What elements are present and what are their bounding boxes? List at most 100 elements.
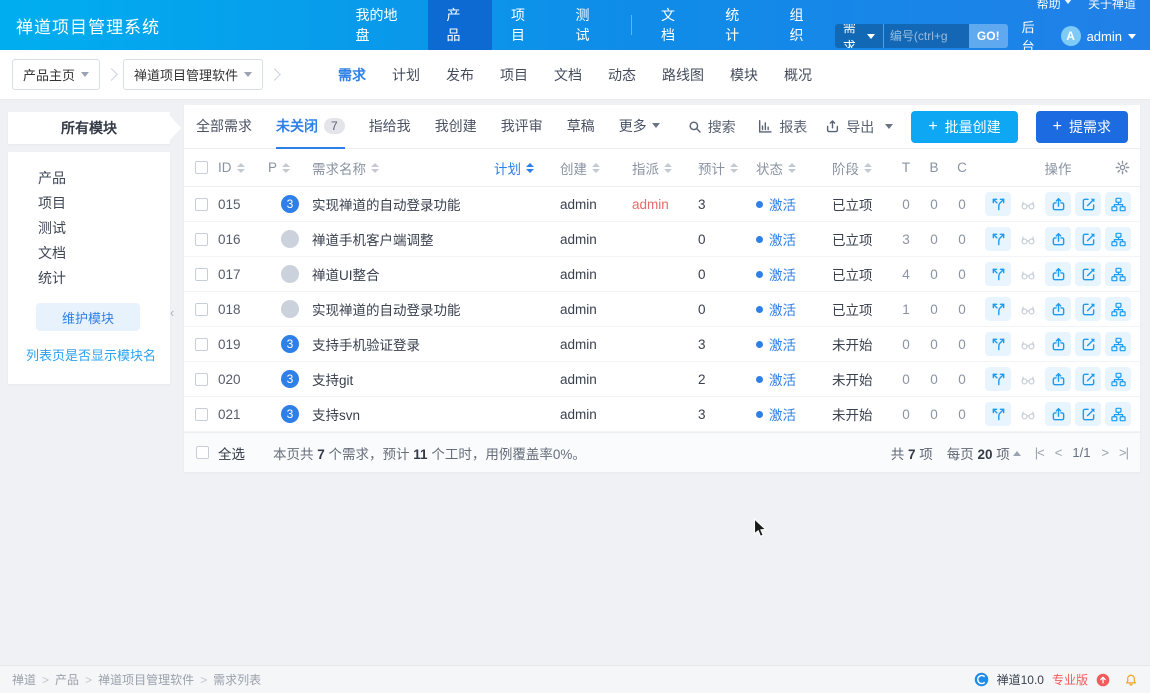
search-toggle[interactable]: 搜索	[688, 117, 736, 137]
batch-create-button[interactable]: +批量创建	[911, 111, 1017, 143]
edit-icon[interactable]	[1075, 297, 1101, 321]
convert-to-task-icon[interactable]	[1045, 402, 1071, 426]
story-title-link[interactable]: 实现禅道的自动登录功能	[312, 194, 461, 214]
edit-icon[interactable]	[1075, 367, 1101, 391]
change-story-icon[interactable]	[985, 297, 1011, 321]
footer-link-禅道项目管理软件[interactable]: 禅道项目管理软件	[98, 673, 194, 687]
edit-icon[interactable]	[1075, 262, 1101, 286]
convert-to-task-icon[interactable]	[1045, 192, 1071, 216]
subdivide-sitemap-icon[interactable]	[1105, 227, 1131, 251]
report-button[interactable]: 报表	[758, 117, 807, 137]
tab-计划[interactable]: 计划	[392, 65, 420, 85]
story-title-link[interactable]: 禅道手机客户端调整	[312, 229, 434, 249]
nav-item-测试[interactable]: 测试	[557, 0, 622, 50]
review-glasses-icon[interactable]	[1015, 297, 1041, 321]
row-checkbox[interactable]	[195, 303, 208, 316]
filter-tab-全部需求[interactable]: 全部需求	[196, 105, 252, 149]
story-title-link[interactable]: 支持git	[312, 369, 353, 389]
breadcrumb-item[interactable]: 禅道项目管理软件	[123, 59, 263, 90]
story-title-link[interactable]: 支持svn	[312, 404, 360, 424]
review-glasses-icon[interactable]	[1015, 262, 1041, 286]
subdivide-sitemap-icon[interactable]	[1105, 402, 1131, 426]
edit-icon[interactable]	[1075, 402, 1101, 426]
per-page-dropdown[interactable]: 每页 20 项	[947, 443, 1021, 463]
tab-模块[interactable]: 模块	[730, 65, 758, 85]
help-menu[interactable]: 帮助	[1037, 0, 1072, 12]
review-glasses-icon[interactable]	[1015, 192, 1041, 216]
review-glasses-icon[interactable]	[1015, 367, 1041, 391]
convert-to-task-icon[interactable]	[1045, 262, 1071, 286]
nav-item-产品[interactable]: 产品	[428, 0, 493, 50]
edition-label[interactable]: 专业版	[1052, 671, 1088, 688]
filter-tab-我创建[interactable]: 我创建	[435, 105, 477, 149]
nav-item-我的地盘[interactable]: 我的地盘	[337, 0, 428, 50]
module-item-统计[interactable]: 统计	[8, 266, 170, 291]
footer-link-禅道[interactable]: 禅道	[12, 673, 36, 687]
search-input[interactable]	[883, 24, 969, 48]
filter-tab-草稿[interactable]: 草稿	[567, 105, 595, 149]
row-checkbox[interactable]	[195, 233, 208, 246]
story-title-link[interactable]: 实现禅道的自动登录功能	[312, 299, 461, 319]
column-assignee[interactable]: 指派	[632, 158, 698, 178]
next-page-button[interactable]: >	[1101, 445, 1108, 460]
create-story-button[interactable]: +提需求	[1036, 111, 1128, 143]
review-glasses-icon[interactable]	[1015, 402, 1041, 426]
module-item-测试[interactable]: 测试	[8, 216, 170, 241]
filter-tab-指给我[interactable]: 指给我	[369, 105, 411, 149]
first-page-button[interactable]: |<	[1035, 445, 1044, 460]
column-status[interactable]: 状态	[756, 158, 832, 178]
change-story-icon[interactable]	[985, 367, 1011, 391]
column-settings-gear-icon[interactable]	[1115, 160, 1130, 175]
subdivide-sitemap-icon[interactable]	[1105, 332, 1131, 356]
edit-icon[interactable]	[1075, 332, 1101, 356]
subdivide-sitemap-icon[interactable]	[1105, 367, 1131, 391]
change-story-icon[interactable]	[985, 402, 1011, 426]
column-priority[interactable]: P	[268, 160, 312, 175]
change-story-icon[interactable]	[985, 227, 1011, 251]
convert-to-task-icon[interactable]	[1045, 227, 1071, 251]
export-dropdown[interactable]: 导出	[825, 117, 893, 137]
story-title-link[interactable]: 支持手机验证登录	[312, 334, 420, 354]
nav-item-文档[interactable]: 文档	[642, 0, 706, 50]
select-all-label[interactable]: 全选	[218, 443, 245, 463]
subdivide-sitemap-icon[interactable]	[1105, 192, 1131, 216]
column-id[interactable]: ID	[218, 160, 268, 175]
tab-动态[interactable]: 动态	[608, 65, 636, 85]
review-glasses-icon[interactable]	[1015, 227, 1041, 251]
convert-to-task-icon[interactable]	[1045, 332, 1071, 356]
edit-icon[interactable]	[1075, 227, 1101, 251]
convert-to-task-icon[interactable]	[1045, 367, 1071, 391]
maintain-modules-button[interactable]: 维护模块	[36, 303, 140, 331]
column-title[interactable]: 需求名称	[312, 158, 494, 178]
sidebar-collapse-handle[interactable]: ‹	[170, 305, 174, 320]
module-item-项目[interactable]: 项目	[8, 191, 170, 216]
select-all-checkbox[interactable]	[196, 446, 209, 459]
nav-item-统计[interactable]: 统计	[706, 0, 770, 50]
user-menu[interactable]: A admin	[1061, 26, 1136, 46]
footer-link-产品[interactable]: 产品	[55, 673, 79, 687]
row-checkbox[interactable]	[195, 198, 208, 211]
review-glasses-icon[interactable]	[1015, 332, 1041, 356]
change-story-icon[interactable]	[985, 332, 1011, 356]
convert-to-task-icon[interactable]	[1045, 297, 1071, 321]
tab-发布[interactable]: 发布	[446, 65, 474, 85]
nav-item-项目[interactable]: 项目	[492, 0, 557, 50]
upgrade-icon[interactable]	[1096, 673, 1110, 687]
breadcrumb-item[interactable]: 产品主页	[12, 59, 100, 90]
column-estimate[interactable]: 预计	[698, 158, 756, 178]
filter-tab-我评审[interactable]: 我评审	[501, 105, 543, 149]
tab-项目[interactable]: 项目	[500, 65, 528, 85]
subdivide-sitemap-icon[interactable]	[1105, 262, 1131, 286]
change-story-icon[interactable]	[985, 262, 1011, 286]
module-item-产品[interactable]: 产品	[8, 166, 170, 191]
tab-概况[interactable]: 概况	[784, 65, 812, 85]
show-module-name-link[interactable]: 列表页是否显示模块名	[26, 345, 170, 364]
subdivide-sitemap-icon[interactable]	[1105, 297, 1131, 321]
prev-page-button[interactable]: <	[1055, 445, 1062, 460]
filter-tab-未关闭[interactable]: 未关闭7	[276, 105, 345, 149]
column-stage[interactable]: 阶段	[832, 158, 892, 178]
row-checkbox[interactable]	[195, 268, 208, 281]
tab-路线图[interactable]: 路线图	[662, 65, 704, 85]
row-checkbox[interactable]	[195, 338, 208, 351]
row-checkbox[interactable]	[195, 373, 208, 386]
